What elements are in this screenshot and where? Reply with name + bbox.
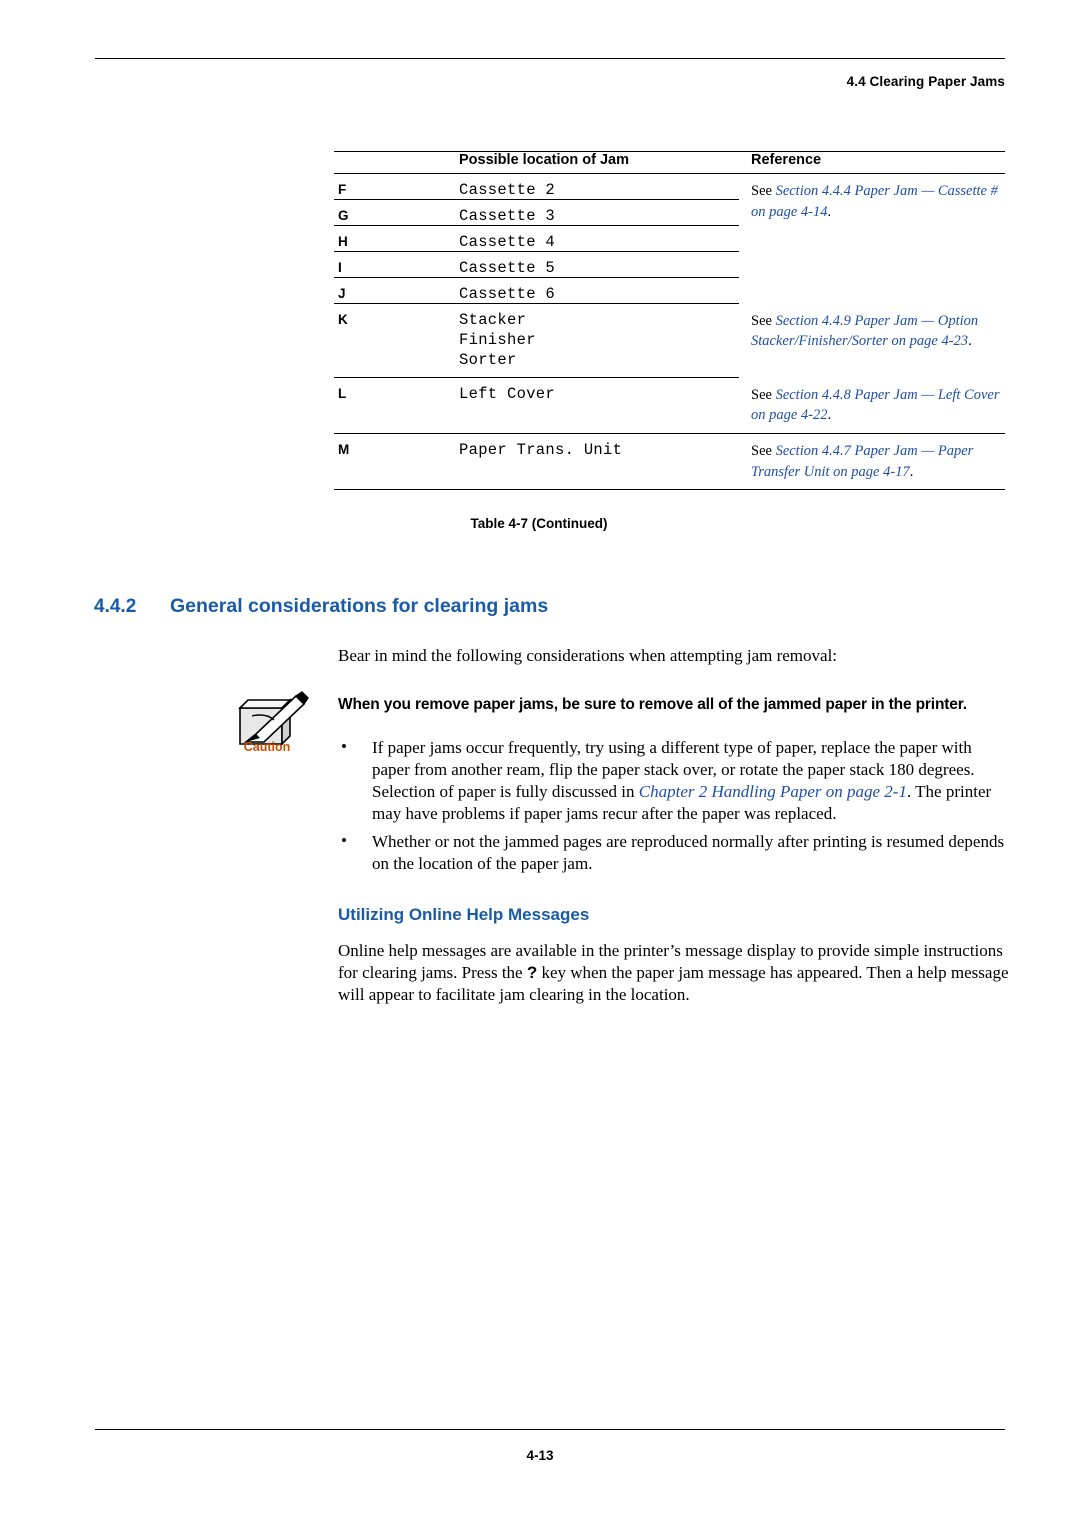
table-row: F Cassette 2 See Section 4.4.4 Paper Jam… — [334, 173, 1005, 220]
row-location: Cassette 5 — [364, 251, 739, 278]
row-location-line3: Sorter — [364, 349, 739, 378]
table-header-reference: Reference — [739, 151, 1005, 174]
table-header-row: Possible location of Jam Reference — [334, 151, 1005, 174]
row-location: Cassette 2 — [364, 173, 739, 200]
page-number: 4-13 — [526, 1448, 554, 1463]
reference-prefix: See — [751, 443, 776, 459]
help-paragraph: Online help messages are available in th… — [338, 940, 1010, 1006]
subsection-heading: Utilizing Online Help Messages — [338, 905, 590, 924]
row-location: Cassette 4 — [364, 225, 739, 252]
running-head: 4.4 Clearing Paper Jams — [846, 74, 1005, 89]
table-row: K Stacker See Section 4.4.9 Paper Jam — … — [334, 304, 1005, 349]
reference-link[interactable]: Section 4.4.7 Paper Jam — Paper Transfer… — [751, 443, 973, 480]
bullet-marker: • — [341, 831, 347, 850]
cross-reference-link[interactable]: Chapter 2 Handling Paper on page 2-1 — [639, 782, 907, 801]
reference-suffix: . — [827, 203, 832, 220]
table-header-letter — [334, 151, 364, 174]
table-row: M Paper Trans. Unit See Section 4.4.7 Pa… — [334, 433, 1005, 490]
row-location: Cassette 6 — [364, 277, 739, 304]
list-item: • Whether or not the jammed pages are rep… — [338, 831, 1010, 875]
reference-link[interactable]: Section 4.4.4 Paper Jam — Cassette # on … — [751, 183, 998, 220]
list-item-text-1: Whether or not the jammed pages are repr… — [372, 832, 1005, 873]
row-location-line2: Finisher — [459, 331, 536, 349]
row-location: Paper Trans. Unit — [364, 433, 739, 490]
row-letter: L — [334, 377, 364, 434]
reference-prefix: See — [751, 183, 776, 199]
row-location: Cassette 3 — [364, 199, 739, 226]
row-location: Stacker — [459, 311, 527, 329]
reference-suffix: . — [909, 463, 914, 480]
caution-label: Caution — [243, 740, 291, 754]
row-reference: See Section 4.4.8 Paper Jam — Left Cover… — [739, 377, 1005, 434]
row-letter: K — [338, 312, 348, 327]
jam-location-table: Possible location of Jam Reference F Cas… — [334, 151, 1005, 490]
row-letter-empty — [334, 349, 364, 378]
row-reference: See Section 4.4.7 Paper Jam — Paper Tran… — [739, 433, 1005, 490]
reference-link[interactable]: Section 4.4.9 Paper Jam — Option Stacker… — [751, 313, 978, 350]
row-letter: M — [334, 433, 364, 490]
reference-prefix: See — [751, 386, 776, 403]
document-page: 4.4 Clearing Paper Jams Possible locatio… — [0, 0, 1080, 1528]
reference-suffix: . — [827, 407, 832, 424]
list-item: • If paper jams occur frequently, try usi… — [338, 737, 1010, 825]
table-row: L Left Cover See Section 4.4.8 Paper Jam… — [334, 377, 1005, 434]
reference-prefix: See — [751, 312, 776, 329]
row-letter: G — [334, 199, 364, 226]
reference-link[interactable]: Section 4.4.8 Paper Jam — Left Cover on … — [751, 387, 999, 424]
row-reference: See Section 4.4.9 Paper Jam — Option Sta… — [739, 304, 1005, 378]
considerations-list: • If paper jams occur frequently, try usi… — [338, 737, 1010, 875]
row-letter: J — [334, 277, 364, 304]
row-letter-empty — [334, 329, 364, 349]
footer-divider — [95, 1429, 1005, 1430]
table-caption: Table 4-7 (Continued) — [470, 516, 608, 531]
row-letter: F — [334, 173, 364, 200]
caution-heading: When you remove paper jams, be sure to r… — [338, 696, 967, 713]
section-number: 4.4.2 — [94, 596, 137, 617]
section-title: General considerations for clearing jams — [170, 595, 549, 617]
table-header-location: Possible location of Jam — [364, 151, 739, 174]
row-location: Left Cover — [364, 377, 739, 434]
intro-paragraph: Bear in mind the following consideration… — [338, 646, 838, 665]
row-letter: I — [334, 251, 364, 278]
reference-suffix: . — [968, 333, 972, 350]
header-divider — [95, 58, 1005, 59]
row-letter: H — [334, 225, 364, 252]
bullet-marker: • — [341, 737, 347, 756]
help-key-glyph: ? — [526, 963, 538, 983]
row-reference: See Section 4.4.4 Paper Jam — Cassette #… — [739, 174, 1005, 304]
